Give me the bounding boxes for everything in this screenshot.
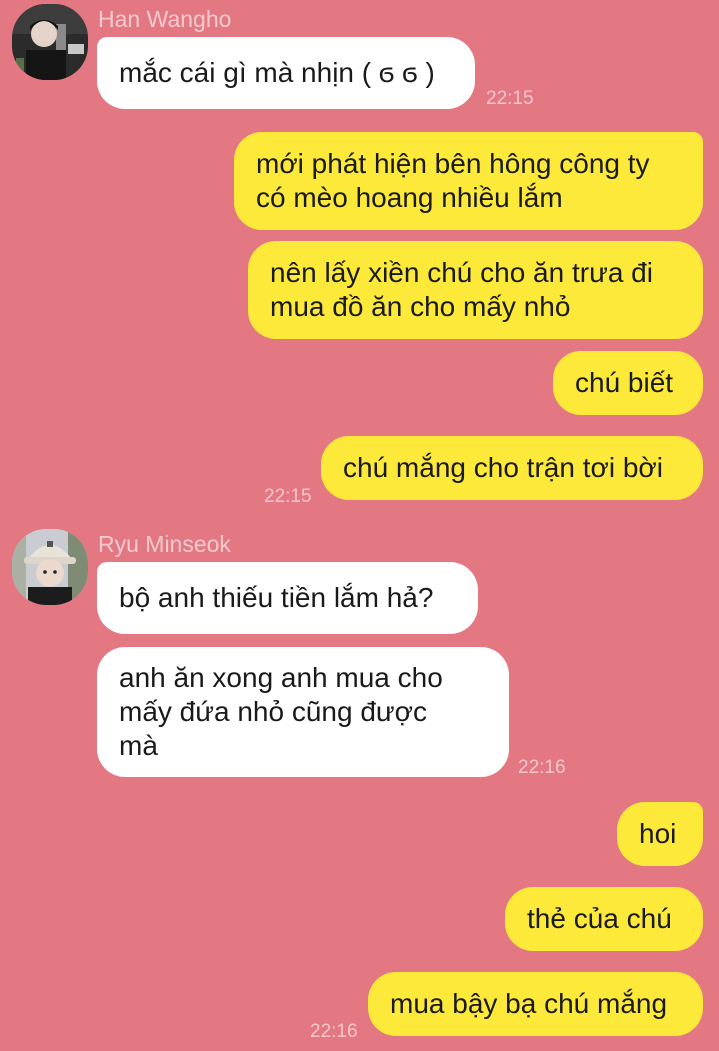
message-text: chú mắng cho trận tơi bời <box>343 452 663 483</box>
message-bubble[interactable]: chú mắng cho trận tơi bời <box>321 436 703 500</box>
message-bubble[interactable]: hoi <box>617 802 703 866</box>
message-bubble[interactable]: nên lấy xiền chú cho ăn trưa đi mua đồ ă… <box>248 241 703 339</box>
message-text-line: có mèo hoang nhiều lắm <box>256 182 563 213</box>
message-text-line: mua đồ ăn cho mấy nhỏ <box>270 291 571 322</box>
message-bubble[interactable]: mắc cái gì mà nhịn ( ϭ ϭ ) <box>97 37 475 109</box>
message-timestamp: 22:16 <box>310 1021 358 1042</box>
message-text: bộ anh thiếu tiền lắm hả? <box>119 582 434 613</box>
sender-name-ryu-minseok: Ryu Minseok <box>98 531 231 557</box>
avatar-han-wangho[interactable] <box>12 4 88 80</box>
message-timestamp: 22:15 <box>486 88 534 109</box>
avatar-photo-icon <box>12 4 88 80</box>
message-text-line: nên lấy xiền chú cho ăn trưa đi <box>270 257 653 288</box>
message-bubble[interactable]: anh ăn xong anh mua cho mấy đứa nhỏ cũng… <box>97 647 509 777</box>
message-timestamp: 22:16 <box>518 757 566 778</box>
avatar-ryu-minseok[interactable] <box>12 529 88 605</box>
message-text: thẻ của chú <box>527 903 672 934</box>
message-text: mắc cái gì mà nhịn ( ϭ ϭ ) <box>119 57 435 88</box>
avatar-photo-icon <box>12 529 88 605</box>
message-text-line: mấy đứa nhỏ cũng được <box>119 696 428 727</box>
message-text-line: anh ăn xong anh mua cho <box>119 662 443 693</box>
message-bubble[interactable]: mua bậy bạ chú mắng <box>368 972 703 1036</box>
message-text-line: mới phát hiện bên hông công ty <box>256 148 650 179</box>
message-bubble[interactable]: mới phát hiện bên hông công ty có mèo ho… <box>234 132 703 230</box>
message-text: mua bậy bạ chú mắng <box>390 988 668 1019</box>
message-bubble[interactable]: chú biết <box>553 351 703 415</box>
sender-name-han-wangho: Han Wangho <box>98 6 232 32</box>
message-bubble[interactable]: bộ anh thiếu tiền lắm hả? <box>97 562 478 634</box>
message-text-line: mà <box>119 730 158 761</box>
message-timestamp: 22:15 <box>264 486 312 507</box>
message-bubble[interactable]: thẻ của chú <box>505 887 703 951</box>
message-text: hoi <box>639 818 677 849</box>
message-text: chú biết <box>575 367 674 398</box>
